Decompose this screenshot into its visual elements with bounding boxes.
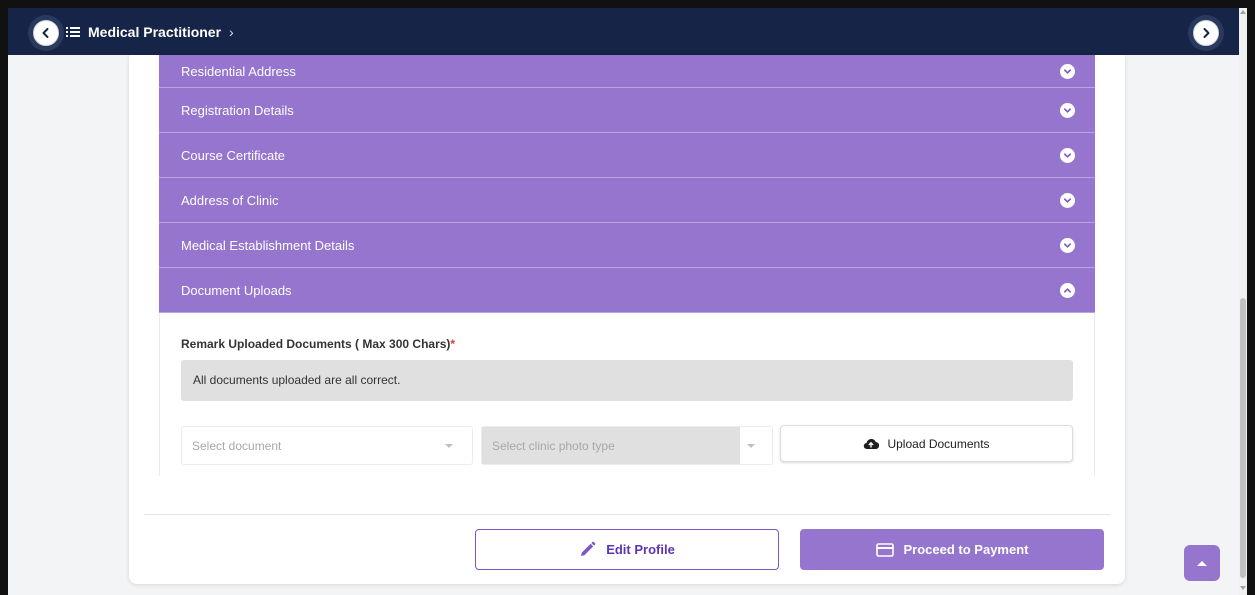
chevron-down-icon[interactable] (1060, 102, 1075, 118)
back-button[interactable] (33, 20, 59, 46)
select-photo-placeholder: Select clinic photo type (492, 439, 615, 453)
breadcrumb-title: Medical Practitioner (88, 24, 222, 40)
accordion-course-certificate[interactable]: Course Certificate (159, 133, 1095, 178)
chevron-right-icon (1203, 28, 1210, 38)
scrollbar-thumb[interactable] (1240, 298, 1246, 578)
pencil-icon (581, 541, 596, 556)
accordion-medical-establishment-details[interactable]: Medical Establishment Details (159, 223, 1095, 268)
accordion-address-of-clinic[interactable]: Address of Clinic (159, 178, 1095, 223)
select-document-placeholder: Select document (192, 439, 282, 453)
chevron-down-icon[interactable] (1060, 192, 1075, 208)
forward-button[interactable] (1193, 20, 1219, 46)
breadcrumb[interactable]: Medical Practitioner › (66, 22, 234, 42)
application-form-card: Residential Address Registration Details… (129, 55, 1125, 584)
dropdown-caret-icon (747, 444, 755, 448)
remark-label: Remark Uploaded Documents ( Max 300 Char… (181, 337, 455, 351)
upload-documents-button[interactable]: Upload Documents (780, 425, 1073, 462)
proceed-to-payment-button[interactable]: Proceed to Payment (800, 529, 1104, 570)
edit-profile-label: Edit Profile (606, 542, 675, 557)
upload-documents-label: Upload Documents (887, 436, 990, 451)
breadcrumb-chevron-icon: › (229, 24, 234, 40)
select-photo-field: Select clinic photo type (482, 427, 740, 464)
accordion-registration-details[interactable]: Registration Details (159, 88, 1095, 133)
remark-value: All documents uploaded are all correct. (193, 373, 401, 387)
select-document-dropdown[interactable]: Select document (181, 426, 473, 465)
chevron-down-icon[interactable] (1060, 147, 1075, 163)
accordion-label: Residential Address (181, 63, 296, 79)
chevron-down-icon[interactable] (1060, 237, 1075, 253)
scroll-up-arrow-icon[interactable] (1240, 10, 1246, 14)
chevron-left-icon (42, 28, 49, 38)
scroll-down-arrow-icon[interactable] (1240, 586, 1246, 590)
required-asterisk: * (450, 337, 456, 351)
app-viewport: Medical Practitioner › Residential Addre… (8, 8, 1247, 595)
remark-textarea[interactable]: All documents uploaded are all correct. (181, 360, 1073, 401)
credit-card-icon (875, 542, 894, 557)
arrow-up-icon (1197, 560, 1207, 566)
accordion-label: Medical Establishment Details (181, 237, 355, 253)
accordion-document-uploads[interactable]: Document Uploads (159, 268, 1095, 313)
accordion-label: Document Uploads (181, 282, 292, 298)
page-scrollbar[interactable] (1239, 8, 1247, 595)
scroll-to-top-button[interactable] (1184, 545, 1220, 581)
list-icon (66, 27, 80, 37)
remark-label-text: Remark Uploaded Documents ( Max 300 Char… (181, 337, 451, 351)
form-accordion: Residential Address Registration Details… (159, 55, 1095, 476)
accordion-residential-address[interactable]: Residential Address (159, 55, 1095, 88)
select-clinic-photo-type-dropdown[interactable]: Select clinic photo type (481, 426, 773, 465)
proceed-to-payment-label: Proceed to Payment (903, 542, 1029, 557)
accordion-label: Course Certificate (181, 147, 286, 163)
document-uploads-panel: Remark Uploaded Documents ( Max 300 Char… (159, 313, 1095, 476)
top-navigation-bar: Medical Practitioner › (8, 8, 1239, 55)
cloud-upload-icon (864, 438, 880, 450)
chevron-down-icon[interactable] (1060, 63, 1075, 79)
dropdown-caret-icon (445, 444, 453, 448)
section-divider (144, 514, 1110, 515)
chevron-up-icon[interactable] (1060, 282, 1075, 298)
accordion-label: Registration Details (181, 102, 294, 118)
accordion-label: Address of Clinic (181, 192, 279, 208)
edit-profile-button[interactable]: Edit Profile (475, 529, 779, 570)
